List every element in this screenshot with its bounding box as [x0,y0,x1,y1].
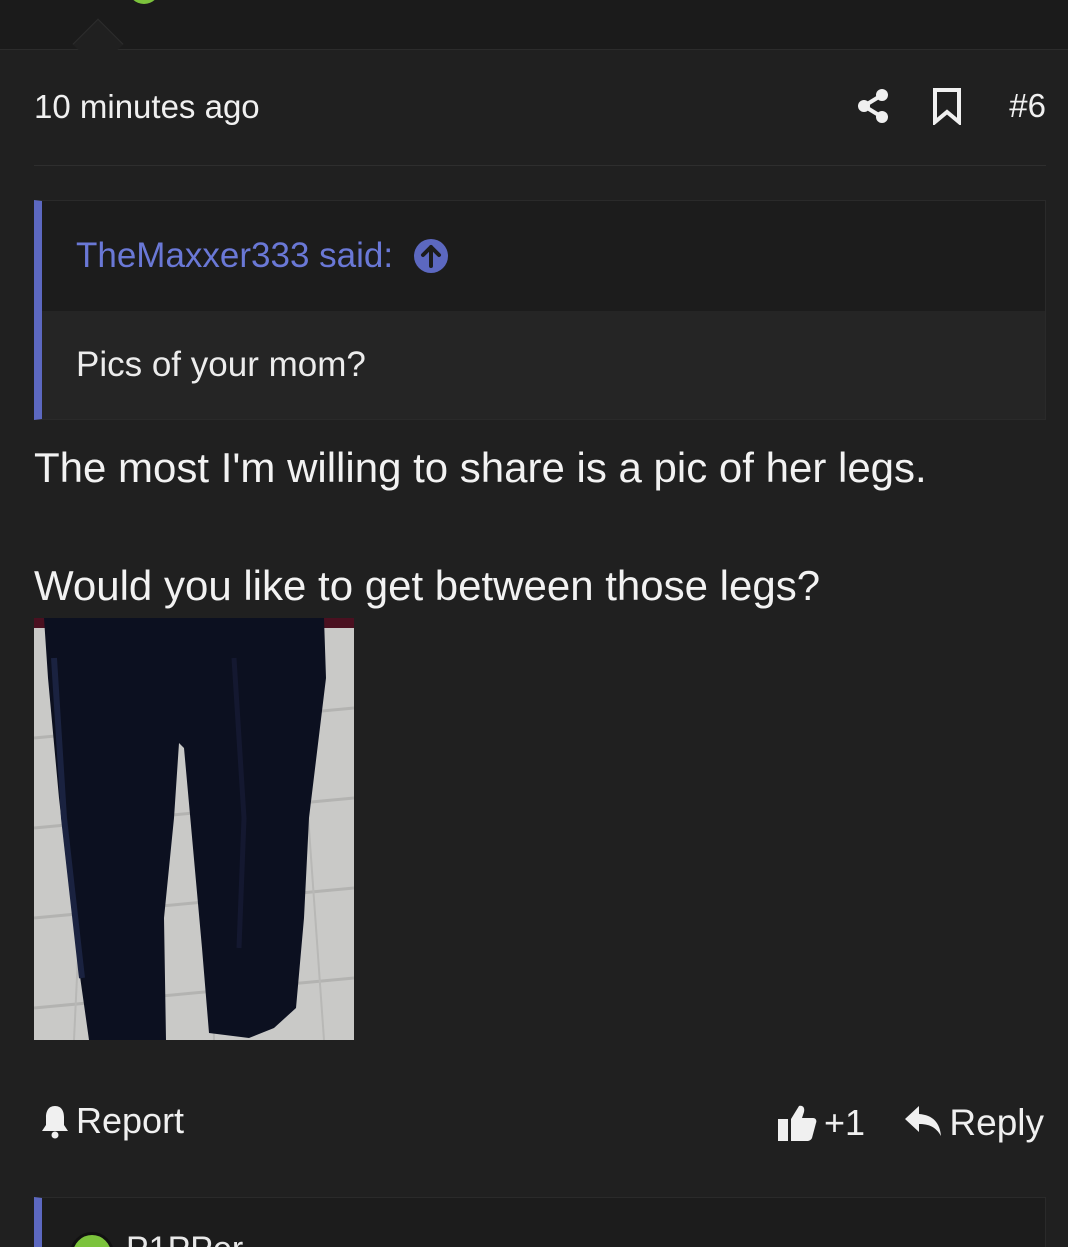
report-button[interactable]: Report [40,1100,184,1142]
bookmark-icon[interactable] [929,86,965,126]
quote-author-link[interactable]: TheMaxxer333 said: [76,236,393,276]
post-header: 10 minutes ago #6 [34,82,1046,166]
post-body-line-2: Would you like to get between those legs… [34,562,821,609]
attached-photo[interactable] [34,618,354,1040]
post-number-link[interactable]: #6 [1009,87,1046,125]
avatar[interactable] [70,1232,114,1247]
bell-icon [40,1101,72,1141]
reaction-count: +1 [824,1102,866,1143]
thumbs-up-icon [776,1102,818,1144]
next-quoted-message: P1PPer [34,1197,1046,1247]
share-icon[interactable] [855,86,891,126]
next-quote-author[interactable]: P1PPer [126,1230,243,1247]
arrow-up-circle-icon[interactable] [413,238,449,274]
forum-page: 10 minutes ago #6 TheMaxxer333 said: Pic… [0,0,1068,1247]
previous-post-strip [0,0,1068,70]
quote-header: TheMaxxer333 said: [42,201,1045,311]
report-label: Report [76,1100,185,1141]
reaction-button[interactable]: +1 [776,1102,865,1144]
previous-avatar [128,0,160,4]
post-timestamp[interactable]: 10 minutes ago [34,88,260,126]
reply-button[interactable]: Reply [903,1102,1044,1144]
quoted-message: TheMaxxer333 said: Pics of your mom? [34,200,1046,420]
quote-text: Pics of your mom? [76,345,366,384]
post-body-line-1: The most I'm willing to share is a pic o… [34,444,927,491]
reply-label: Reply [949,1102,1044,1143]
quote-body: Pics of your mom? [42,311,1045,419]
reply-arrow-icon [903,1103,943,1143]
speech-notch [72,18,124,70]
post-header-actions: #6 [855,86,1046,126]
